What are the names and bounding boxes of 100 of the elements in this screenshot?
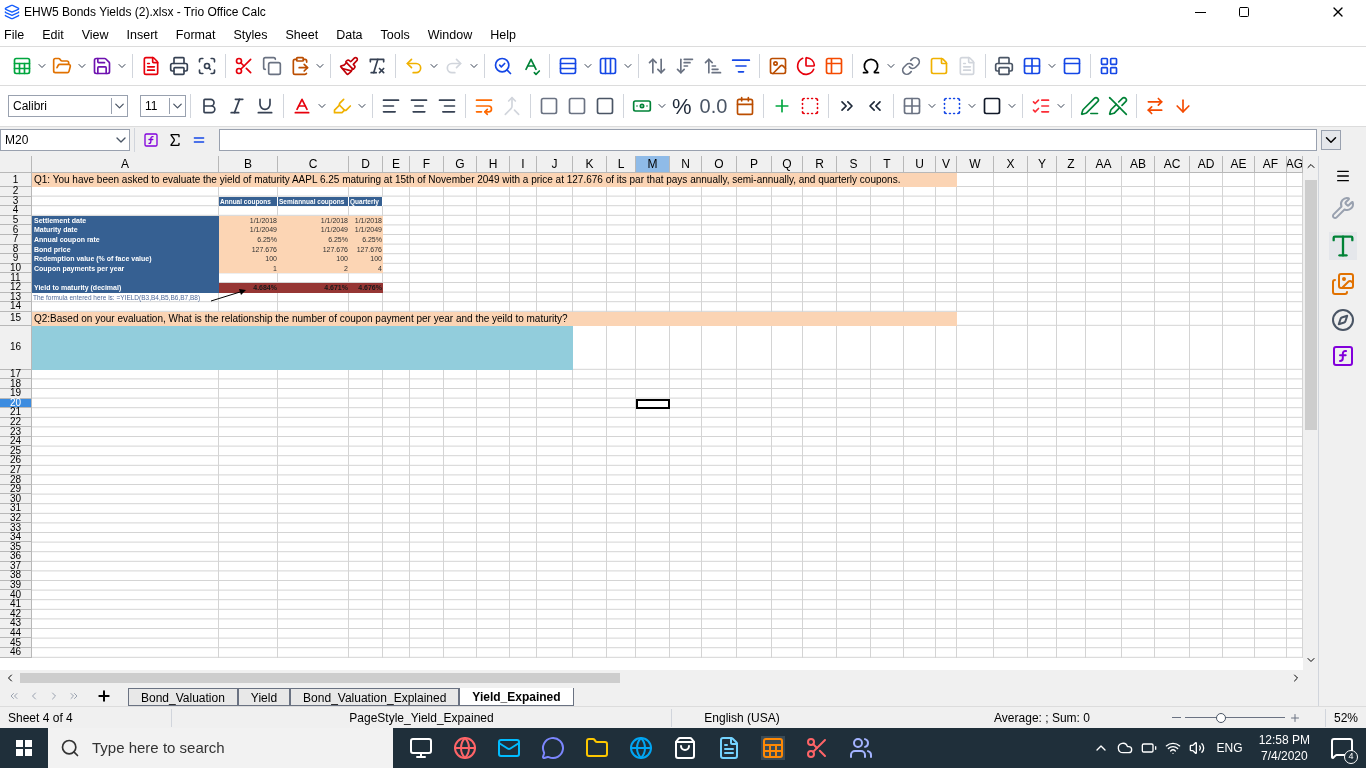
gallery-icon[interactable] (1330, 272, 1355, 296)
menu-item[interactable]: Sheet (285, 25, 319, 45)
formula-input[interactable] (219, 128, 1317, 151)
function-wizard-icon[interactable] (143, 131, 159, 148)
row-header[interactable]: 14 (0, 302, 32, 312)
restore-icon[interactable] (1238, 6, 1250, 18)
column-header[interactable]: AA (1086, 156, 1122, 173)
chat-icon[interactable] (541, 736, 565, 760)
menu-item[interactable]: Tools (380, 25, 410, 45)
column-header[interactable]: E (383, 156, 410, 173)
document-icon[interactable] (717, 736, 741, 760)
percent-button[interactable]: % (668, 89, 696, 123)
functions-icon[interactable] (1330, 344, 1355, 368)
name-box[interactable]: M20 (0, 128, 130, 151)
row-header[interactable]: 43 (0, 619, 32, 629)
clock[interactable]: 12:58 PM 7/4/2020 (1258, 732, 1310, 764)
menu-item[interactable]: View (81, 25, 109, 45)
row-header[interactable]: 40 (0, 590, 32, 600)
row-header[interactable]: 35 (0, 542, 32, 552)
dropdown-caret-icon[interactable] (111, 98, 127, 114)
row-header[interactable]: 19 (0, 388, 32, 399)
edge-browser-icon[interactable] (629, 736, 653, 760)
column-header[interactable]: O (702, 156, 737, 173)
snipping-icon[interactable] (805, 736, 829, 760)
column-header[interactable]: AE (1223, 156, 1255, 173)
column-header[interactable]: G (444, 156, 477, 173)
column-header[interactable]: J (537, 156, 573, 173)
column-header[interactable]: T (871, 156, 904, 173)
cloud-icon[interactable] (1116, 740, 1133, 756)
task-view-icon[interactable] (409, 736, 433, 760)
menu-item[interactable]: Help (490, 25, 516, 45)
row-header[interactable]: 11 (0, 273, 32, 283)
font-name-field[interactable]: Calibri (8, 95, 128, 117)
column-header[interactable]: K (573, 156, 607, 173)
row-header[interactable]: 29 (0, 484, 32, 495)
properties-icon[interactable] (1328, 232, 1357, 260)
column-header[interactable]: X (994, 156, 1028, 173)
dropdown-caret-icon[interactable] (169, 98, 185, 114)
spreadsheet-app-icon[interactable] (761, 736, 785, 760)
input-language[interactable]: ENG (1216, 739, 1243, 757)
sidebar-menu-icon[interactable] (1334, 168, 1351, 184)
row-header[interactable]: 12 (0, 282, 32, 293)
row-header[interactable]: 27 (0, 465, 32, 476)
folder-icon[interactable] (585, 736, 609, 760)
row-header[interactable]: 39 (0, 580, 32, 591)
column-header[interactable]: B (219, 156, 278, 173)
row-header[interactable]: 36 (0, 552, 32, 562)
row-header[interactable]: 41 (0, 599, 32, 610)
row-header[interactable]: 18 (0, 379, 32, 389)
row-header[interactable]: 16 (0, 325, 32, 370)
minimize-icon[interactable] (1195, 11, 1206, 13)
menu-item[interactable]: Insert (126, 25, 158, 45)
column-header[interactable]: W (957, 156, 994, 173)
menu-item[interactable]: File (4, 25, 25, 45)
row-header[interactable]: 3 (0, 196, 32, 207)
row-header[interactable]: 7 (0, 234, 32, 245)
menu-item[interactable]: Edit (42, 25, 64, 45)
row-header[interactable]: 6 (0, 225, 32, 235)
row-header[interactable]: 22 (0, 417, 32, 428)
battery-icon[interactable] (1140, 740, 1157, 756)
sheet-tab[interactable]: Bond_Valuation (128, 688, 238, 706)
menu-item[interactable]: Format (175, 25, 216, 45)
zoom-thumb[interactable] (1216, 712, 1226, 723)
add-sheet-icon[interactable] (96, 688, 112, 704)
row-header[interactable]: 32 (0, 513, 32, 524)
font-size-field[interactable]: 11 (140, 95, 186, 117)
row-header[interactable]: 33 (0, 523, 32, 533)
taskbar-search-field[interactable]: Type here to search (48, 728, 393, 768)
column-header[interactable]: H (477, 156, 510, 173)
mail-icon[interactable] (497, 736, 521, 760)
column-header[interactable]: AB (1122, 156, 1155, 173)
row-header[interactable]: 23 (0, 427, 32, 437)
row-header[interactable]: 46 (0, 647, 32, 658)
row-header[interactable]: 4 (0, 206, 32, 216)
row-header[interactable]: 38 (0, 571, 32, 581)
store-icon[interactable] (673, 736, 697, 760)
column-header[interactable]: A (32, 156, 219, 173)
column-header[interactable]: P (737, 156, 772, 173)
row-header[interactable]: 45 (0, 638, 32, 648)
column-header[interactable]: D (349, 156, 383, 173)
wifi-icon[interactable] (1164, 740, 1181, 756)
row-header[interactable]: 26 (0, 456, 32, 466)
column-header[interactable]: N (670, 156, 702, 173)
sheet-tab[interactable]: Bond_Valuation_Explained (290, 688, 460, 706)
column-header[interactable]: Q (772, 156, 803, 173)
sum-icon[interactable] (167, 131, 183, 148)
teams-icon[interactable] (849, 736, 873, 760)
sheet-tab[interactable]: Yield_Expained (459, 688, 574, 706)
column-header[interactable]: Z (1057, 156, 1086, 173)
row-header[interactable]: 2 (0, 187, 32, 197)
decimal-format-button[interactable]: 0.0 (695, 91, 732, 121)
column-header[interactable]: Y (1028, 156, 1057, 173)
sheet-tab[interactable]: Yield (237, 688, 291, 706)
column-header[interactable]: F (410, 156, 444, 173)
navigator-icon[interactable] (1330, 308, 1355, 332)
menu-item[interactable]: Styles (233, 25, 268, 45)
browser-icon[interactable] (453, 736, 477, 760)
zoom-in-icon[interactable] (1289, 711, 1301, 724)
column-header[interactable]: AF (1255, 156, 1287, 173)
column-header[interactable]: AC (1155, 156, 1190, 173)
